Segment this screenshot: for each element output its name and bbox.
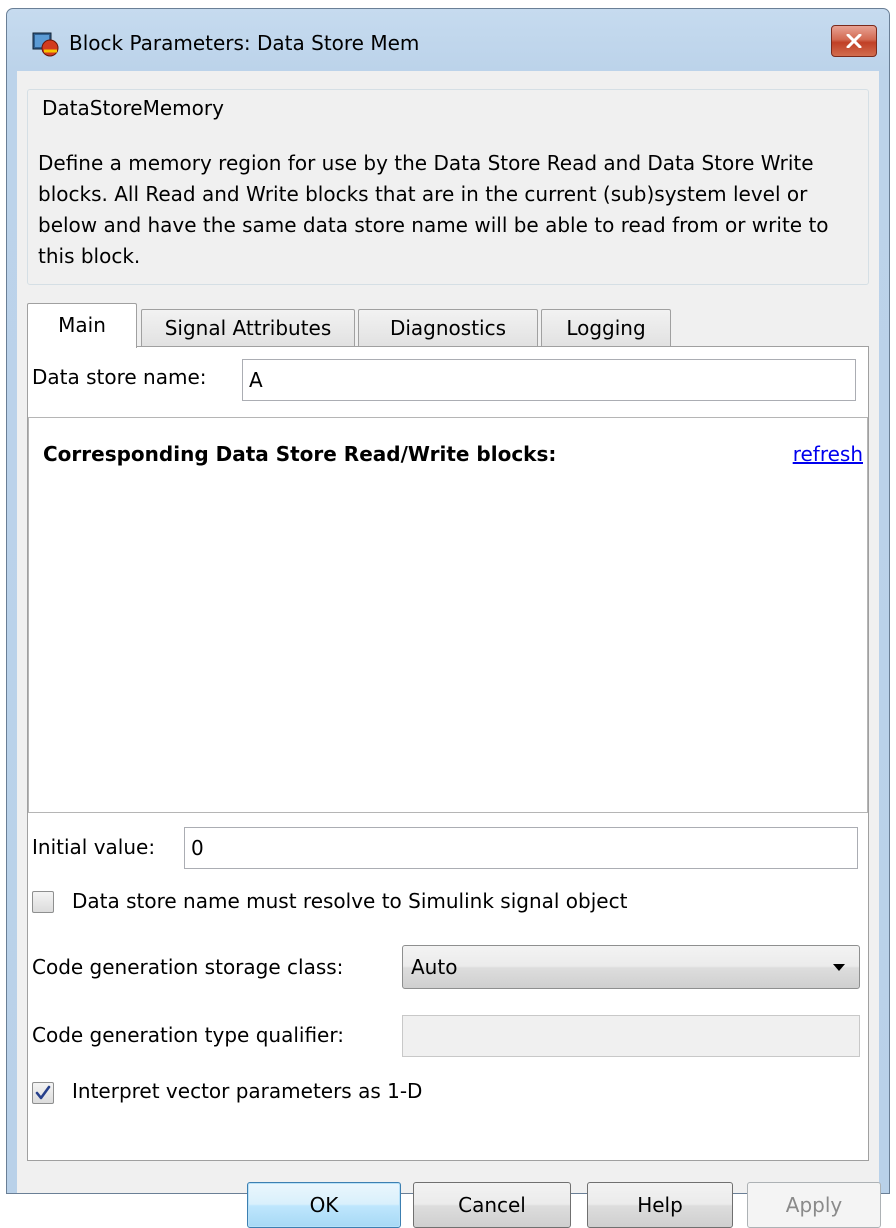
help-button[interactable]: Help xyxy=(587,1182,733,1228)
data-store-name-label: Data store name: xyxy=(32,365,207,389)
close-button[interactable] xyxy=(831,25,877,57)
close-icon xyxy=(846,34,862,48)
title-bar[interactable]: Block Parameters: Data Store Mem xyxy=(7,9,889,71)
dialog-client-area: DataStoreMemory Define a memory region f… xyxy=(17,71,881,1228)
main-tab-panel: Data store name: A Corresponding Data St… xyxy=(27,346,869,1161)
tab-strip: Main Signal Attributes Diagnostics Loggi… xyxy=(27,303,869,348)
storage-class-label: Code generation storage class: xyxy=(32,955,344,979)
apply-button: Apply xyxy=(747,1182,881,1228)
storage-class-value: Auto xyxy=(411,955,458,979)
interpret-1d-label: Interpret vector parameters as 1-D xyxy=(72,1079,423,1103)
read-write-blocks-panel: Corresponding Data Store Read/Write bloc… xyxy=(28,417,868,813)
window-title: Block Parameters: Data Store Mem xyxy=(69,31,420,55)
cancel-button[interactable]: Cancel xyxy=(413,1182,571,1228)
interpret-1d-checkbox[interactable] xyxy=(32,1082,54,1104)
tab-main[interactable]: Main xyxy=(27,303,137,348)
block-description: Define a memory region for use by the Da… xyxy=(38,151,829,268)
ok-button[interactable]: OK xyxy=(247,1182,401,1228)
refresh-link[interactable]: refresh xyxy=(793,442,863,466)
chevron-down-icon xyxy=(833,964,845,971)
read-write-blocks-title: Corresponding Data Store Read/Write bloc… xyxy=(43,442,557,466)
resolve-signal-object-label: Data store name must resolve to Simulink… xyxy=(72,889,628,913)
group-legend: DataStoreMemory xyxy=(38,96,228,120)
tab-logging[interactable]: Logging xyxy=(541,309,671,347)
resolve-signal-object-checkbox[interactable] xyxy=(32,891,54,913)
storage-class-dropdown[interactable]: Auto xyxy=(402,945,860,989)
dialog-window: Block Parameters: Data Store Mem DataSto… xyxy=(6,8,890,1228)
initial-value-field[interactable]: 0 xyxy=(184,827,858,869)
type-qualifier-field xyxy=(402,1015,860,1057)
data-store-name-field[interactable]: A xyxy=(242,359,856,401)
tab-signal-attributes[interactable]: Signal Attributes xyxy=(141,309,355,347)
initial-value-label: Initial value: xyxy=(32,835,156,859)
check-icon xyxy=(35,1085,51,1100)
tab-diagnostics[interactable]: Diagnostics xyxy=(358,309,538,347)
type-qualifier-label: Code generation type qualifier: xyxy=(32,1023,344,1047)
description-group: DataStoreMemory Define a memory region f… xyxy=(27,89,869,285)
simulink-block-icon xyxy=(32,32,59,57)
